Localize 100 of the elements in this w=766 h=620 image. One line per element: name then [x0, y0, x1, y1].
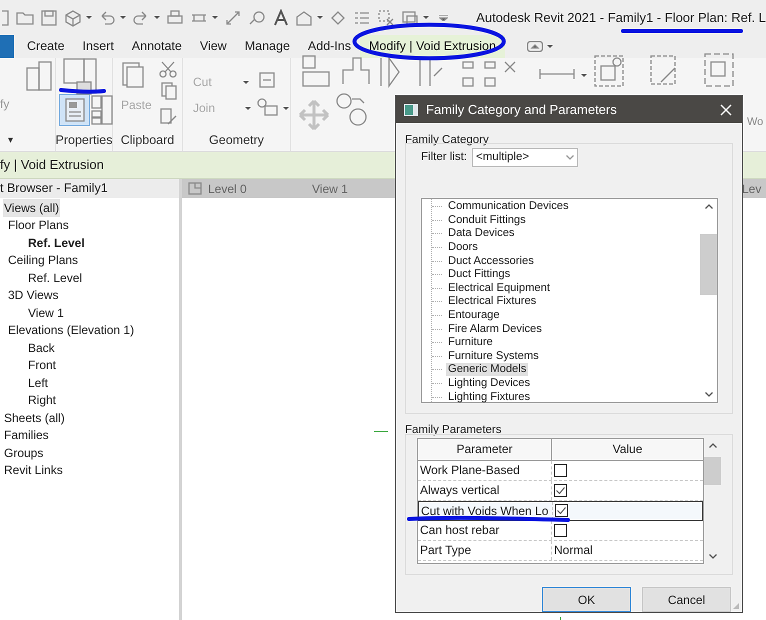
align-icon[interactable]: [301, 54, 331, 88]
tree-item[interactable]: Views (all): [3, 198, 60, 217]
checkbox[interactable]: [554, 524, 567, 537]
list-item[interactable]: Entourage: [446, 309, 502, 322]
tree-item[interactable]: Sheets (all): [3, 408, 66, 427]
tree-item[interactable]: Ceiling Plans: [7, 251, 80, 270]
create-similar-icon[interactable]: [593, 54, 625, 88]
caret-icon[interactable]: [86, 16, 92, 19]
building-icon[interactable]: [26, 60, 52, 92]
ribbon-tab[interactable]: Insert: [74, 35, 123, 58]
minimize-ribbon-button[interactable]: [526, 41, 553, 52]
close-button[interactable]: [718, 102, 734, 118]
list-item[interactable]: Electrical Equipment: [446, 282, 552, 295]
list-item[interactable]: Fire Alarm Devices: [446, 322, 544, 336]
match-properties-icon[interactable]: [160, 108, 178, 126]
text-icon[interactable]: [272, 8, 290, 26]
plane-icon[interactable]: [329, 8, 348, 26]
tree-item[interactable]: Back: [27, 338, 56, 357]
ribbon-tab[interactable]: Manage: [236, 35, 299, 58]
table-cell: Work Plane-Based: [418, 460, 552, 480]
chevron-down-icon: [566, 155, 574, 160]
panel-title: Geometry: [209, 132, 264, 149]
list-item[interactable]: Electrical Fixtures: [446, 295, 538, 308]
tree-item[interactable]: Elevations (Elevation 1): [7, 321, 136, 340]
tree-item[interactable]: Ref. Level: [27, 234, 86, 252]
resize-grip-icon[interactable]: [732, 602, 740, 610]
dialog-button[interactable]: Cancel: [642, 587, 731, 612]
ribbon-tab[interactable]: Annotate: [122, 35, 191, 58]
dimension-icon[interactable]: [224, 8, 242, 26]
list-item[interactable]: Duct Fittings: [446, 268, 512, 282]
list-item[interactable]: Data Devices: [446, 227, 517, 240]
chevron-down-icon[interactable]: [708, 554, 716, 559]
tree-item[interactable]: Families: [3, 426, 50, 444]
caret-icon[interactable]: [120, 16, 126, 19]
caret-icon[interactable]: [154, 16, 160, 19]
house-icon[interactable]: [295, 8, 314, 26]
ribbon-tab[interactable]: Add-Ins: [298, 35, 360, 58]
table-row[interactable]: Part Type Normal: [418, 540, 703, 561]
list-item[interactable]: Generic Models: [446, 363, 528, 376]
cube-icon[interactable]: [64, 8, 82, 26]
list-item[interactable]: Duct Accessories: [446, 254, 536, 268]
split-face-icon[interactable]: [257, 98, 279, 116]
scrollbar-thumb[interactable]: [704, 456, 721, 485]
list-item[interactable]: Conduit Fittings: [446, 214, 528, 227]
tree-item[interactable]: Ref. Level: [27, 268, 84, 287]
chevron-up-icon[interactable]: [708, 442, 716, 448]
measure-distance-icon[interactable]: [539, 68, 575, 80]
checkbox[interactable]: [554, 464, 567, 477]
wall-joins-icon[interactable]: [259, 72, 275, 88]
switch-windows-icon[interactable]: [401, 8, 420, 26]
chevron-down-icon[interactable]: [704, 392, 712, 397]
scrollbar-thumb[interactable]: [700, 234, 717, 295]
tree-item[interactable]: Revit Links: [3, 461, 64, 480]
save-icon[interactable]: [40, 8, 58, 26]
move-icon[interactable]: [299, 100, 329, 130]
caret-icon[interactable]: [245, 107, 251, 110]
column-header[interactable]: Parameter: [418, 438, 552, 460]
close-windows-icon[interactable]: [377, 8, 396, 26]
filter-label: Filter list:: [421, 150, 467, 165]
offset-icon[interactable]: [341, 56, 371, 86]
list-item[interactable]: Doors: [446, 241, 480, 254]
caret-icon[interactable]: [283, 107, 289, 110]
dialog-button[interactable]: OK: [542, 587, 631, 612]
customize-caret-icon[interactable]: [439, 14, 448, 20]
tree-item[interactable]: Front: [27, 356, 58, 374]
ribbon-tab[interactable]: View: [190, 35, 236, 58]
type-properties-icon[interactable]: [63, 58, 97, 96]
panel-caret-icon[interactable]: ▾: [8, 132, 13, 148]
printer-icon[interactable]: [166, 8, 184, 26]
tree-item[interactable]: Groups: [3, 444, 44, 462]
chevron-up-icon[interactable]: [704, 204, 712, 209]
caret-icon[interactable]: [243, 81, 249, 84]
family-editor-icon[interactable]: [703, 52, 735, 88]
scissors-icon[interactable]: [159, 60, 177, 78]
list-item[interactable]: Furniture: [446, 336, 495, 350]
list-item[interactable]: Lighting Devices: [446, 377, 532, 390]
dialog-app-icon: [404, 104, 418, 116]
tree-item[interactable]: 3D Views: [7, 286, 60, 304]
column-header[interactable]: Value: [552, 438, 703, 460]
table-row[interactable]: Work Plane-Based: [418, 460, 703, 481]
list-item[interactable]: Communication Devices: [446, 200, 571, 214]
caret-icon[interactable]: [212, 16, 218, 19]
list-item[interactable]: Lighting Fixtures: [446, 390, 532, 404]
floor-plan-icon[interactable]: [188, 182, 202, 195]
clipboard-icon[interactable]: [121, 60, 145, 88]
checkbox[interactable]: [555, 504, 568, 518]
caret-icon[interactable]: [581, 74, 587, 77]
tree-item[interactable]: Left: [27, 374, 50, 392]
copy-icon[interactable]: [161, 82, 177, 100]
caret-icon[interactable]: [317, 16, 324, 19]
table-row[interactable]: Can host rebar: [418, 520, 703, 541]
list-item[interactable]: Furniture Systems: [446, 350, 541, 363]
filter-dropdown[interactable]: <multiple>: [472, 148, 578, 167]
checkbox[interactable]: [554, 484, 567, 497]
tree-item[interactable]: Floor Plans: [7, 216, 70, 234]
tree-item[interactable]: View 1: [27, 304, 65, 322]
tree-item[interactable]: Right: [27, 391, 58, 410]
caret-icon[interactable]: [423, 16, 430, 19]
ribbon-tab[interactable]: Create: [18, 35, 74, 58]
copy-circles-icon[interactable]: [336, 93, 368, 127]
